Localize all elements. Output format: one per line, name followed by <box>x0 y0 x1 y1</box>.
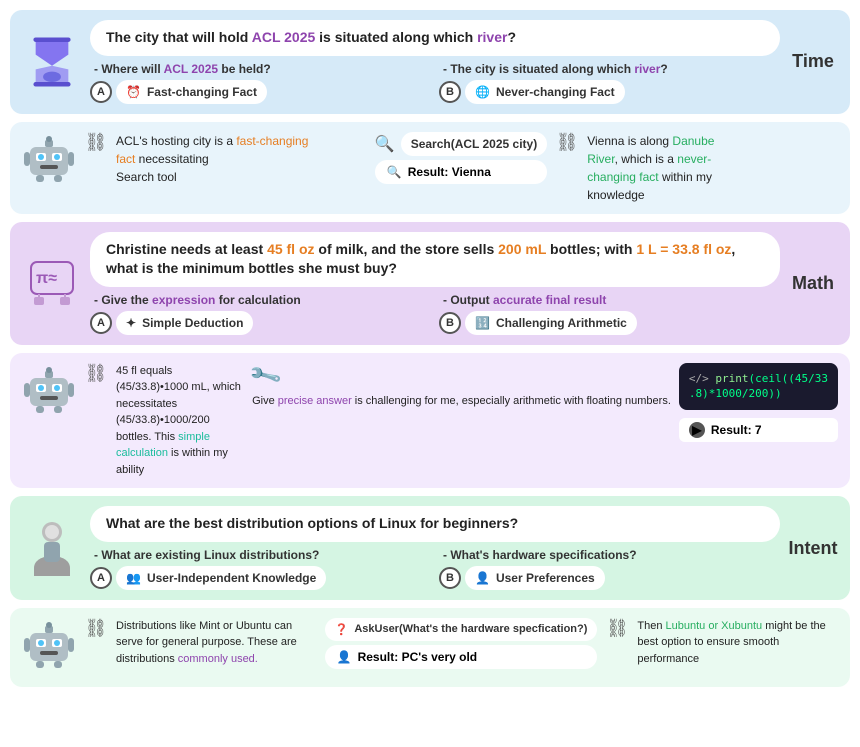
play-button-icon: ▶ <box>689 422 705 438</box>
result-icon-time: 🔍 <box>387 165 402 179</box>
main-container: The city that will hold ACL 2025 is situ… <box>0 0 860 697</box>
intent-icon-box <box>22 506 82 590</box>
time-q-river: river <box>477 29 507 45</box>
intent-sub-questions: - What are existing Linux distributions?… <box>90 548 780 590</box>
intent-b-circle: B <box>439 567 461 589</box>
intent-ask-tool: ❓ AskUser(What's the hardware specficati… <box>325 618 598 641</box>
math-play-result: ▶ Result: 7 <box>679 418 838 442</box>
time-icon-box <box>22 20 82 104</box>
intent-question-area: What are the best distribution options o… <box>90 506 780 590</box>
time-sub-questions: - Where will ACL 2025 be held? A ⏰ Fast-… <box>90 62 780 104</box>
simple-deduction-label: Simple Deduction <box>142 316 243 330</box>
person-icon-svg <box>26 520 78 576</box>
fast-fact-icon: ⏰ <box>126 85 141 99</box>
robot-svg-math <box>22 363 76 417</box>
intent-left-text: Distributions like Mint or Ubuntu can se… <box>116 618 317 668</box>
time-section-bottom: ⛓ ACL's hosting city is a fast-changingf… <box>10 122 850 214</box>
time-a-badge: ⏰ Fast-changing Fact <box>116 80 267 104</box>
intent-subq-a: - What are existing Linux distributions?… <box>90 548 431 590</box>
math-b-badge: 🔢 Challenging Arithmetic <box>465 311 637 335</box>
user-prefs-icon: 👤 <box>475 571 490 585</box>
time-b-circle: B <box>439 81 461 103</box>
intent-b-badge: 👤 User Preferences <box>465 566 605 590</box>
math-subq-b: - Output accurate final result B 🔢 Chall… <box>439 293 780 335</box>
time-tool-search-row: 🔍 Search(ACL 2025 city) <box>375 132 547 156</box>
intent-tool-result: 👤 Result: PC's very old <box>325 645 598 669</box>
math-question-bubble: Christine needs at least 45 fl oz of mil… <box>90 232 780 287</box>
robot-svg-intent <box>22 618 76 672</box>
time-right-text: Vienna is along DanubeRiver, which is a … <box>587 132 838 204</box>
time-subq-b: - The city is situated along which river… <box>439 62 780 104</box>
hourglass-icon <box>26 36 78 88</box>
math-icon-box: π≈ <box>22 232 82 335</box>
time-tool-result: 🔍 Result: Vienna <box>375 160 547 184</box>
intent-chain-left: ⛓ <box>84 618 108 639</box>
math-sub-questions: - Give the expression for calculation A … <box>90 293 780 335</box>
intent-right-text: Then Lubuntu or Xubuntu might be the bes… <box>637 618 838 668</box>
time-left-text: ACL's hosting city is a fast-changingfac… <box>116 132 367 186</box>
math-middle-text: Give precise answer is challenging for m… <box>252 393 671 410</box>
intent-subq-b: - What's hardware specifications? B 👤 Us… <box>439 548 780 590</box>
math-chain-left: ⛓ <box>84 363 108 384</box>
math-b-circle: B <box>439 312 461 334</box>
intent-result-text: Result: PC's very old <box>358 650 478 664</box>
robot-svg-time <box>22 132 76 186</box>
math-suba-text: - Give the expression for calculation <box>90 293 431 307</box>
math-subq-a: - Give the expression for calculation A … <box>90 293 431 335</box>
time-subq-a: - Where will ACL 2025 be held? A ⏰ Fast-… <box>90 62 431 104</box>
time-label: Time <box>788 20 838 104</box>
math-a-circle: A <box>90 312 112 334</box>
math-icon-svg: π≈ <box>26 257 78 309</box>
challenging-arith-label: Challenging Arithmetic <box>496 316 627 330</box>
time-chain-right: ⛓ <box>555 132 579 153</box>
intent-section-top: What are the best distribution options o… <box>10 496 850 600</box>
math-section-top: π≈ Christine needs at least 45 fl oz of … <box>10 222 850 345</box>
time-section-top: The city that will hold ACL 2025 is situ… <box>10 10 850 114</box>
code-tag-icon: </> <box>689 372 709 385</box>
never-fact-icon: 🌐 <box>475 85 490 99</box>
search-icon: 🔍 <box>375 134 395 154</box>
intent-subb-text: - What's hardware specifications? <box>439 548 780 562</box>
time-search-tool: Search(ACL 2025 city) <box>401 132 548 156</box>
simple-deduction-icon: ✦ <box>126 316 136 330</box>
intent-a-circle: A <box>90 567 112 589</box>
intent-question-bubble: What are the best distribution options o… <box>90 506 780 542</box>
person-result-icon: 👤 <box>337 650 352 664</box>
time-question-bubble: The city that will hold ACL 2025 is situ… <box>90 20 780 56</box>
wrench-icon-math: 🔧 <box>247 358 284 394</box>
time-subb-text: - The city is situated along which river… <box>439 62 780 76</box>
math-label: Math <box>788 232 838 335</box>
time-question-area: The city that will hold ACL 2025 is situ… <box>90 20 780 104</box>
time-suba-text: - Where will ACL 2025 be held? <box>90 62 431 76</box>
challenging-arith-icon: 🔢 <box>475 316 490 330</box>
user-independent-label: User-Independent Knowledge <box>147 571 316 585</box>
math-question-area: Christine needs at least 45 fl oz of mil… <box>90 232 780 335</box>
math-section-bottom: ⛓ 45 fl equals (45/33.8)•1000 mL, which … <box>10 353 850 489</box>
intent-chain-right: ⛓ <box>605 618 629 639</box>
intent-section-bottom: ⛓ Distributions like Mint or Ubuntu can … <box>10 608 850 687</box>
never-fact-label: Never-changing Fact <box>496 85 615 99</box>
intent-suba-text: - What are existing Linux distributions? <box>90 548 431 562</box>
time-chain-left: ⛓ <box>84 132 108 153</box>
intent-robot-icon <box>22 618 76 677</box>
question-mark-icon: ❓ <box>335 623 349 636</box>
intent-a-badge: 👥 User-Independent Knowledge <box>116 566 326 590</box>
intent-tool-ask-row: ❓ AskUser(What's the hardware specficati… <box>325 618 598 641</box>
user-independent-icon: 👥 <box>126 571 141 585</box>
math-left-text: 45 fl equals (45/33.8)•1000 mL, which ne… <box>116 363 244 479</box>
time-result-text: Result: Vienna <box>408 165 491 179</box>
time-a-circle: A <box>90 81 112 103</box>
intent-label: Intent <box>788 506 838 590</box>
math-robot-icon <box>22 363 76 422</box>
math-result-text: Result: 7 <box>711 423 762 437</box>
time-q-acl: ACL 2025 <box>252 29 316 45</box>
math-code-block: </> print(ceil((45/33.8)*1000/200)) <box>679 363 838 410</box>
math-subb-text: - Output accurate final result <box>439 293 780 307</box>
svg-text:π≈: π≈ <box>36 270 57 287</box>
time-robot-icon <box>22 132 76 191</box>
user-prefs-label: User Preferences <box>496 571 595 585</box>
time-b-badge: 🌐 Never-changing Fact <box>465 80 625 104</box>
math-a-badge: ✦ Simple Deduction <box>116 311 253 335</box>
fast-fact-label: Fast-changing Fact <box>147 85 257 99</box>
